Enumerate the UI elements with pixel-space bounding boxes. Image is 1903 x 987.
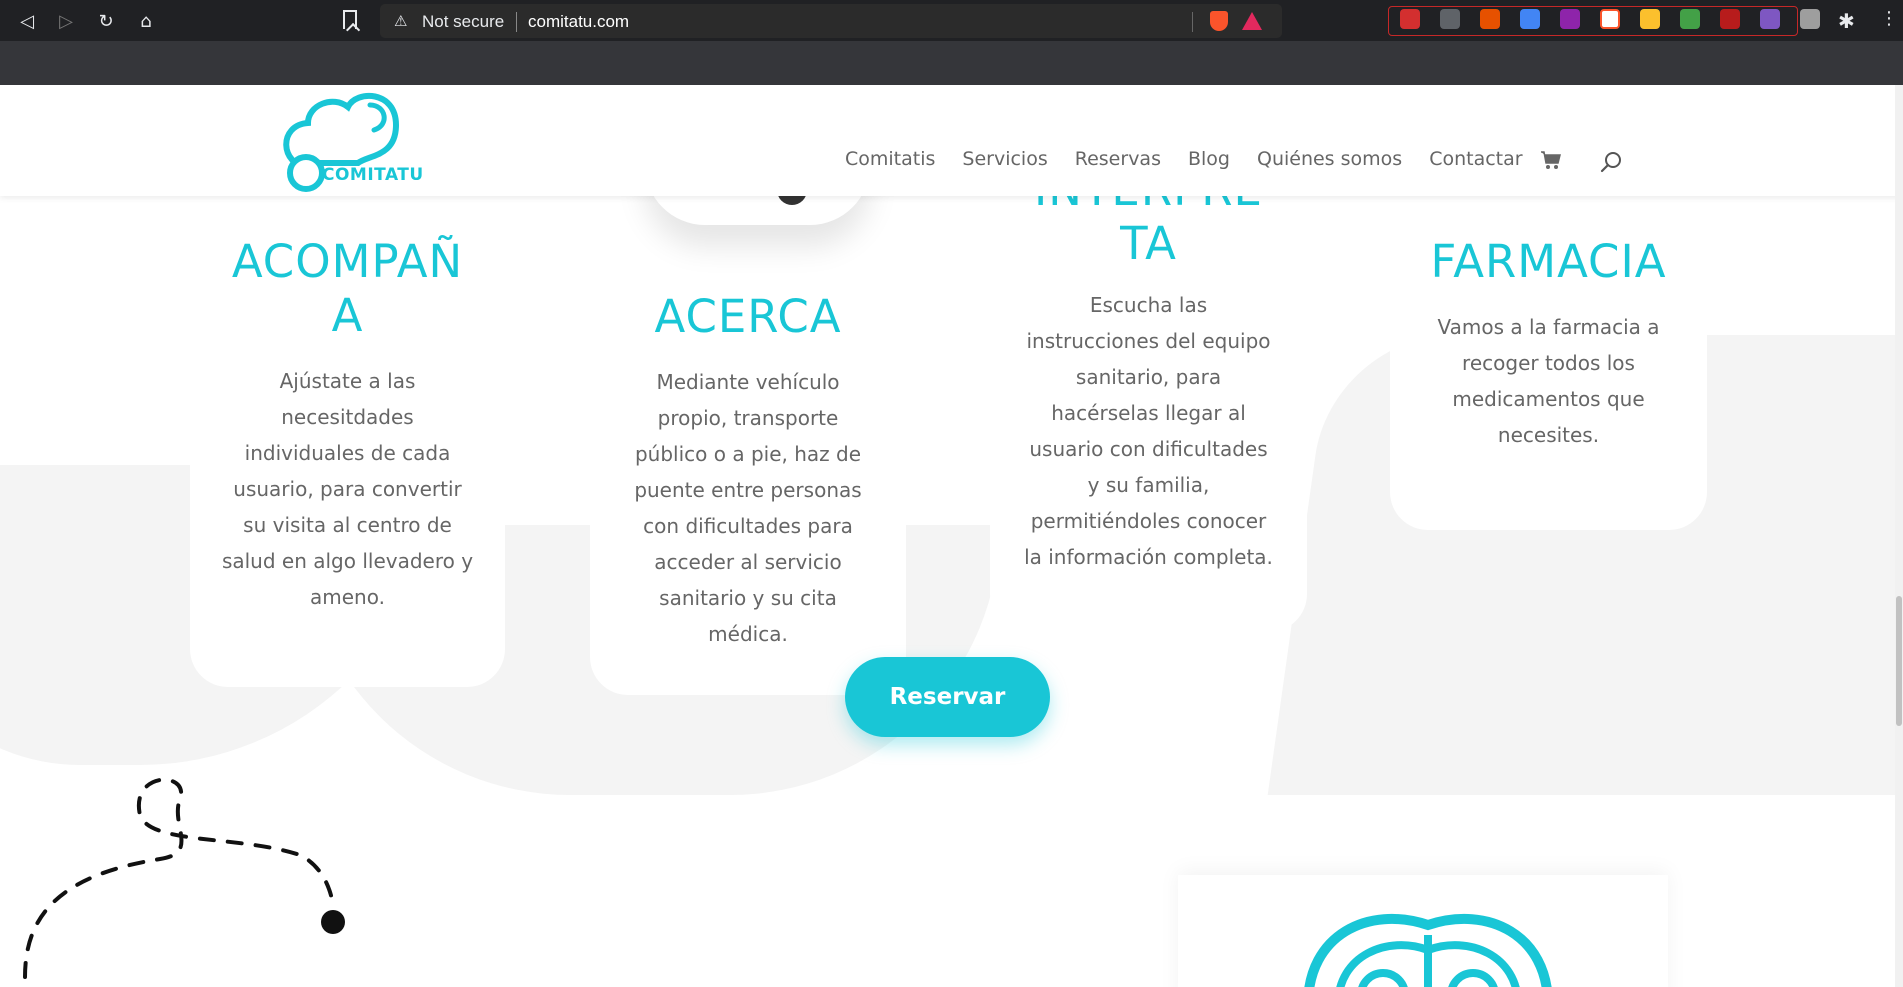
card-description: Ajústate a las necesitdades individuales… xyxy=(221,369,474,609)
translate-extension-icon[interactable] xyxy=(1520,9,1540,29)
menu-item-reservas[interactable]: Reservas xyxy=(1075,148,1161,170)
menu-item-servicios[interactable]: Servicios xyxy=(962,148,1047,170)
forward-icon[interactable]: ▷ xyxy=(53,8,79,34)
ublock-extension-icon[interactable] xyxy=(1720,9,1740,29)
warning-icon: ⚠ xyxy=(394,12,408,30)
menu-item-blog[interactable]: Blog xyxy=(1188,148,1230,170)
path-end-dot xyxy=(321,910,345,934)
card-title: TA xyxy=(1120,217,1177,270)
wappalyzer-extension-icon[interactable] xyxy=(1640,9,1660,29)
web-page: ACOMPAÑ A Ajústate a las necesitdades in… xyxy=(0,85,1903,987)
card-title: ACOMPAÑ xyxy=(231,235,464,288)
site-header: COMITATU Comitatis Servicios Reservas Bl… xyxy=(0,85,1903,196)
ip-extension-icon[interactable] xyxy=(1800,9,1820,29)
fox-extension-icon[interactable] xyxy=(1480,9,1500,29)
scrollbar-thumb[interactable] xyxy=(1896,596,1902,726)
bookmark-page-icon[interactable] xyxy=(343,10,357,29)
url-separator xyxy=(516,12,517,32)
window-extension-icon[interactable] xyxy=(1440,9,1460,29)
color-wheel-extension-icon[interactable] xyxy=(1560,9,1580,29)
service-card-acerca: ACERCA Mediante vehículo propio, transpo… xyxy=(590,105,906,695)
reload-icon[interactable]: ↻ xyxy=(93,8,119,34)
main-menu: Comitatis Servicios Reservas Blog Quiéne… xyxy=(845,148,1550,170)
card-title: A xyxy=(331,289,364,342)
reservar-button[interactable]: Reservar xyxy=(845,657,1050,737)
url-separator-right xyxy=(1192,12,1193,32)
service-card-acompana: ACOMPAÑ A Ajústate a las necesitdades in… xyxy=(190,125,505,687)
feather-extension-icon[interactable] xyxy=(1760,9,1780,29)
bookmarks-bar: Getting StartedImported From Fire...Coin… xyxy=(0,41,1903,111)
dashed-path-illustration xyxy=(23,777,345,979)
feature-card-bottom xyxy=(1178,875,1668,987)
puzzle-icon[interactable]: ✱ xyxy=(1838,9,1855,33)
browser-toolbar: ◁ ▷ ↻ ⌂ ⚠ Not secure comitatu.com ✱ ⋮ xyxy=(0,0,1903,41)
page-scrollbar[interactable] xyxy=(1895,85,1903,987)
card-description: Escucha las instrucciones del equipo san… xyxy=(1024,293,1273,569)
home-icon[interactable]: ⌂ xyxy=(133,8,159,34)
brain-gears-icon xyxy=(1304,913,1552,987)
service-card-interpreta: INTERPRE TA Escucha las instrucciones de… xyxy=(990,125,1307,632)
lock-extension-icon[interactable] xyxy=(1680,9,1700,29)
card-title: ACERCA xyxy=(654,290,842,343)
menu-item-comitatis[interactable]: Comitatis xyxy=(845,148,935,170)
security-label: Not secure xyxy=(422,12,505,31)
url-host[interactable]: comitatu.com xyxy=(528,12,629,32)
card-description: Mediante vehículo propio, transporte púb… xyxy=(634,370,862,646)
logo-text[interactable]: COMITATU xyxy=(322,165,424,185)
card-description: Vamos a la farmacia a recoger todos los … xyxy=(1437,315,1660,447)
shield-extension-icon[interactable] xyxy=(1600,9,1620,29)
address-bar[interactable]: ⚠ Not secure comitatu.com xyxy=(380,4,1282,38)
brave-rewards-icon[interactable] xyxy=(1242,12,1262,30)
pin-extension-icon[interactable] xyxy=(1400,9,1420,29)
cart-icon[interactable] xyxy=(1540,150,1562,170)
menu-kebab-icon[interactable]: ⋮ xyxy=(1880,8,1898,29)
brave-shields-icon[interactable] xyxy=(1210,11,1228,31)
menu-item-quienes-somos[interactable]: Quiénes somos xyxy=(1257,148,1402,170)
menu-item-contactar[interactable]: Contactar xyxy=(1429,148,1522,170)
back-icon[interactable]: ◁ xyxy=(14,8,40,34)
search-icon[interactable] xyxy=(1600,151,1622,173)
card-title: FARMACIA xyxy=(1430,235,1667,288)
